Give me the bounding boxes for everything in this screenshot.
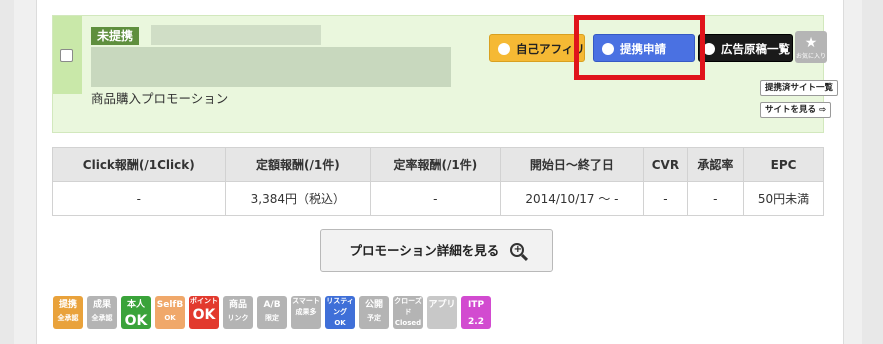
cell-rate-reward: - xyxy=(370,181,501,216)
table-row: - 3,384円（税込） - 2014/10/17 ～ - - - 50円未満 xyxy=(52,181,824,216)
cell-approval-rate: - xyxy=(686,181,745,216)
page-margin-left xyxy=(0,0,14,344)
highlight-annotation xyxy=(574,15,705,80)
tag-results-all-approved: 成果 全承認 xyxy=(87,296,117,329)
tag-selfb-ok: SelfB OK xyxy=(155,296,185,329)
promotion-checkbox[interactable] xyxy=(60,49,73,62)
status-badge: 未提携 xyxy=(91,27,140,45)
reward-table: Click報酬(/1Click) 定額報酬(/1件) 定率報酬(/1件) 開始日… xyxy=(52,147,824,216)
cell-fixed-reward: 3,384円（税込） xyxy=(224,181,372,216)
tag-closed: クローズド Closed xyxy=(393,296,423,329)
tag-points-ok: ポイント OK xyxy=(189,296,219,329)
view-site-label: サイトを見る xyxy=(765,105,817,115)
col-rate-reward: 定率報酬(/1件) xyxy=(370,147,501,182)
promotion-details-label: プロモーション詳細を見る xyxy=(349,243,500,258)
tag-itp: ITP 2.2 xyxy=(461,296,491,329)
star-icon: ★ xyxy=(804,35,818,51)
promotion-card: 未提携 商品購入プロモーション 自己アフィリエイト 提携申請 広告原稿一覧 ★ … xyxy=(36,0,844,344)
cell-click-reward: - xyxy=(52,181,226,216)
partner-sites-button[interactable]: 提携済サイト一覧 xyxy=(760,80,839,96)
cell-epc: 50円未満 xyxy=(743,181,824,216)
tag-self-ok: 本人 OK xyxy=(121,296,151,329)
promotion-details-button[interactable]: プロモーション詳細を見る + xyxy=(320,229,553,272)
favorite-label: お気に入り xyxy=(795,53,826,60)
col-fixed-reward: 定額報酬(/1件) xyxy=(224,147,372,182)
tag-ab-limited: A/B 限定 xyxy=(257,296,287,329)
external-link-icon: ⇨ xyxy=(818,105,827,115)
zoom-in-icon: + xyxy=(509,242,524,257)
page-margin-right xyxy=(862,0,883,344)
redacted-advertiser-name xyxy=(151,25,321,45)
table-header-row: Click報酬(/1Click) 定額報酬(/1件) 定率報酬(/1件) 開始日… xyxy=(52,147,824,182)
tag-partnership-all-approved: 提携 全承認 xyxy=(53,296,83,329)
chevron-right-icon xyxy=(498,42,510,55)
tag-scheduled: 公開 予定 xyxy=(359,296,389,329)
self-affiliate-button[interactable]: 自己アフィリエイト xyxy=(489,34,585,62)
ad-materials-button[interactable]: 広告原稿一覧 xyxy=(698,34,793,62)
cell-period: 2014/10/17 ～ - xyxy=(499,181,645,216)
promotion-type: 商品購入プロモーション xyxy=(91,91,229,106)
promotion-header: 未提携 商品購入プロモーション 自己アフィリエイト 提携申請 広告原稿一覧 ★ … xyxy=(52,15,839,133)
col-approval-rate: 承認率 xyxy=(686,147,745,182)
tag-smartphone: スマート 成果多 xyxy=(291,296,321,329)
col-cvr: CVR xyxy=(643,147,688,182)
tag-app: アプリ xyxy=(427,296,457,329)
col-period: 開始日～終了日 xyxy=(499,147,645,182)
col-epc: EPC xyxy=(743,147,824,182)
tag-listing-ok: リスティング OK xyxy=(325,296,355,329)
ad-materials-label: 広告原稿一覧 xyxy=(721,42,790,56)
col-click-reward: Click報酬(/1Click) xyxy=(52,147,226,182)
cell-cvr: - xyxy=(643,181,688,216)
favorite-button[interactable]: ★ お気に入り xyxy=(795,31,827,63)
tag-product-link: 商品 リンク xyxy=(223,296,253,329)
view-site-button[interactable]: サイトを見る ⇨ xyxy=(760,102,832,118)
redacted-promotion-title xyxy=(91,47,451,87)
